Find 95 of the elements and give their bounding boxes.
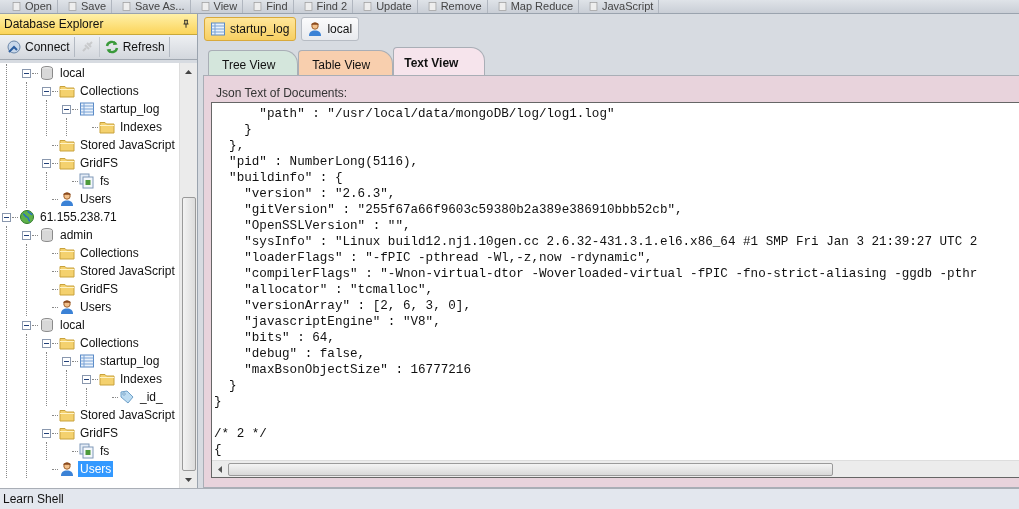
tree-item[interactable]: GridFS (78, 155, 120, 171)
table-icon (79, 101, 95, 117)
tree-item[interactable]: Indexes (118, 371, 165, 387)
database-icon (39, 317, 55, 333)
tree-item[interactable]: Stored JavaScript (78, 263, 177, 279)
toolbar-button[interactable]: Save (61, 0, 112, 13)
tree-item[interactable]: Stored JavaScript (78, 407, 177, 423)
user-icon (59, 461, 75, 477)
tag-icon (119, 389, 135, 405)
toolbar-button[interactable]: Find (247, 0, 294, 13)
tree-item[interactable]: local (58, 317, 87, 333)
page-icon (11, 1, 22, 12)
folder-icon (59, 281, 75, 297)
tree-item[interactable]: local (58, 65, 87, 81)
page-icon (496, 1, 508, 12)
tree-item[interactable]: startup_log (98, 353, 162, 369)
tree-item[interactable]: admin (58, 227, 95, 243)
view-tab[interactable]: Tree View (208, 50, 299, 75)
scrollbar[interactable] (179, 63, 197, 488)
page-icon (121, 1, 132, 12)
table-icon (210, 21, 226, 37)
scroll-left-icon[interactable] (218, 465, 222, 473)
file-stack-icon (79, 443, 95, 459)
tree-item[interactable]: Collections (78, 245, 141, 261)
tree-item[interactable]: 61.155.238.71 (38, 209, 119, 225)
panel-title: Database Explorer (4, 17, 104, 31)
collapse-icon[interactable] (61, 356, 71, 366)
toolbar-button[interactable]: Update (357, 0, 418, 13)
page-icon (302, 1, 314, 12)
document-tab[interactable]: local (301, 17, 360, 41)
collapse-icon[interactable] (41, 86, 51, 96)
document-tab[interactable]: startup_log (204, 17, 297, 41)
refresh-icon (103, 39, 120, 55)
tree-item[interactable]: fs (98, 443, 112, 459)
scroll-up-icon[interactable] (185, 69, 192, 74)
file-stack-icon (79, 173, 95, 189)
tree-item[interactable]: GridFS (78, 425, 120, 441)
page-icon (252, 1, 264, 12)
folder-icon (59, 407, 75, 423)
page-icon (362, 1, 374, 12)
tree-item[interactable]: GridFS (78, 281, 120, 297)
folder-icon (59, 425, 75, 441)
folder-icon (59, 155, 75, 171)
page-icon (199, 1, 211, 12)
folder-icon (59, 335, 75, 351)
toolbar-button[interactable]: JavaScript (583, 0, 660, 13)
tree-item[interactable]: Indexes (118, 119, 165, 135)
user-icon (59, 299, 75, 315)
collapse-icon[interactable] (21, 320, 31, 330)
folder-icon (59, 245, 75, 261)
collapse-icon[interactable] (41, 428, 51, 438)
user-icon (59, 191, 75, 207)
collapse-icon[interactable] (61, 104, 71, 114)
page-icon (66, 1, 78, 12)
scroll-down-icon[interactable] (185, 477, 192, 482)
tree-item[interactable]: Collections (78, 83, 141, 99)
tree-item[interactable]: fs (98, 173, 112, 189)
toolbar-button[interactable]: Find 2 (297, 0, 354, 13)
tree-item[interactable]: _id_ (138, 389, 165, 405)
refresh-button[interactable]: Refresh (99, 37, 170, 57)
json-text: "path" : "/usr/local/data/mongoDB/log/log1.log" } }, "pid" : NumberLong(5116), "buildinfo" : { "version" : "2.6.3", "gitVersion" : "255f67a66f9603c59380b2a389e386910bbb52cb", "OpenSSLVersion" : "", "sysInfo" : "Linux build12.nj1.10gen.cc 2.6.32-431.3.1.el6.x86_64 #1 SMP Fri Jan 3 21:39:27 UTC 2 "loaderFlags" : "-fPIC -pthread -Wl,-z,now -rdynamic", "compilerFlags" : "-Wnon-virtual-dtor -Woverloaded-virtual -fPIC -fno-strict-aliasing -ggdb -pthr "allocator" : "tcmalloc", "versionArray" : [2, 6, 3, 0], "javascriptEngine" : "V8", "bits" : 64, "debug" : false, "maxBsonObjectSize" : 16777216 } } /* 2 */ { (213, 106, 979, 459)
globe-icon (19, 209, 35, 225)
folder-icon (59, 263, 75, 279)
view-tab[interactable]: Table View (298, 50, 394, 75)
connect-button[interactable]: Connect (2, 37, 75, 57)
folder-icon (59, 137, 75, 153)
collapse-icon[interactable] (41, 158, 51, 168)
folder-icon (99, 371, 115, 387)
collapse-icon[interactable] (21, 230, 31, 240)
horizontal-scrollbar[interactable] (212, 460, 1019, 477)
folder-icon (59, 83, 75, 99)
view-tab[interactable]: Text View (393, 47, 486, 75)
page-icon (588, 1, 599, 12)
collapse-icon[interactable] (1, 212, 11, 222)
status-text: Learn Shell (3, 492, 64, 506)
panel-label: Json Text of Documents: (215, 85, 349, 102)
tree-item[interactable]: Users (78, 191, 114, 207)
tree-item[interactable]: Users (78, 299, 114, 315)
folder-icon (99, 119, 115, 135)
database-icon (39, 227, 55, 243)
user-icon (307, 21, 324, 37)
tree-item[interactable]: Collections (78, 335, 141, 351)
toolbar-button[interactable]: Save As... (116, 0, 191, 13)
toolbar-button[interactable]: Remove (421, 0, 488, 13)
toolbar-button[interactable]: View (194, 0, 244, 13)
collapse-icon[interactable] (21, 68, 31, 78)
collapse-icon[interactable] (41, 338, 51, 348)
toolbar-button[interactable]: Map Reduce (491, 0, 579, 13)
tree-item[interactable]: startup_log (98, 101, 162, 117)
toolbar-button[interactable]: Open (6, 0, 58, 13)
page-icon (426, 1, 438, 12)
collapse-icon[interactable] (81, 374, 91, 384)
tree-item[interactable]: Stored JavaScript (78, 137, 177, 153)
database-icon (39, 65, 55, 81)
table-icon (79, 353, 95, 369)
